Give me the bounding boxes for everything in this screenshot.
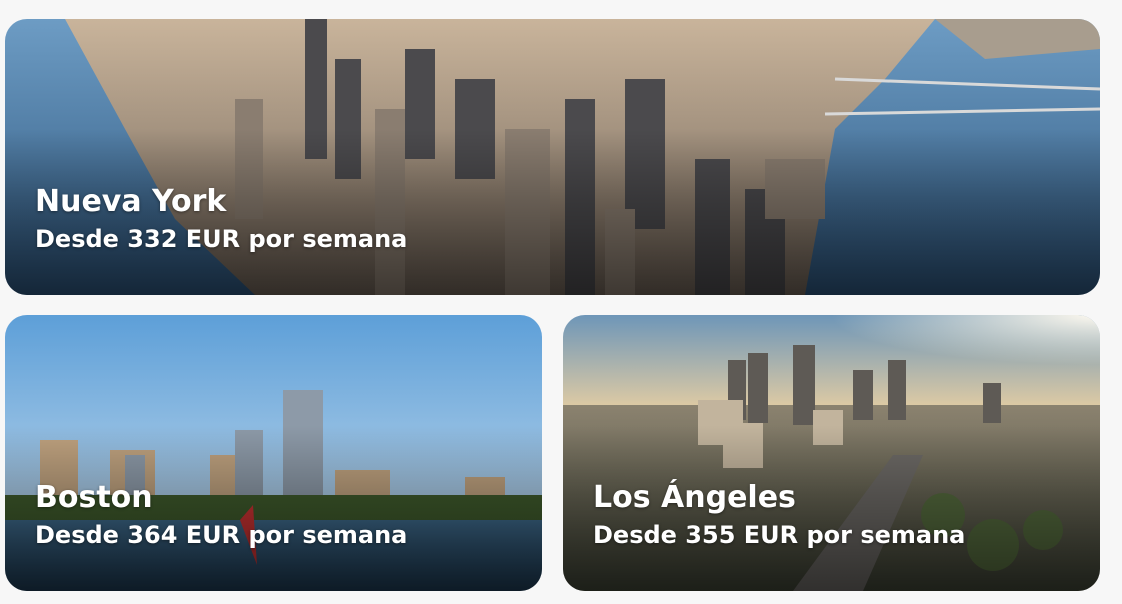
destination-title: Los Ángeles [593, 480, 796, 515]
card-caption: Nueva York Desde 332 EUR por semana [35, 183, 407, 255]
destination-card-los-angeles[interactable]: Los Ángeles Desde 355 EUR por semana [563, 315, 1100, 591]
destination-price: Desde 364 EUR por semana [35, 521, 408, 549]
destination-card-boston[interactable]: Boston Desde 364 EUR por semana [5, 315, 542, 591]
destination-price: Desde 332 EUR por semana [35, 225, 408, 253]
destination-title: Nueva York [35, 184, 227, 219]
destination-title: Boston [35, 480, 153, 515]
destination-card-new-york[interactable]: Nueva York Desde 332 EUR por semana [5, 19, 1100, 295]
card-caption: Boston Desde 364 EUR por semana [35, 479, 407, 551]
destination-price: Desde 355 EUR por semana [593, 521, 966, 549]
card-caption: Los Ángeles Desde 355 EUR por semana [593, 479, 965, 551]
